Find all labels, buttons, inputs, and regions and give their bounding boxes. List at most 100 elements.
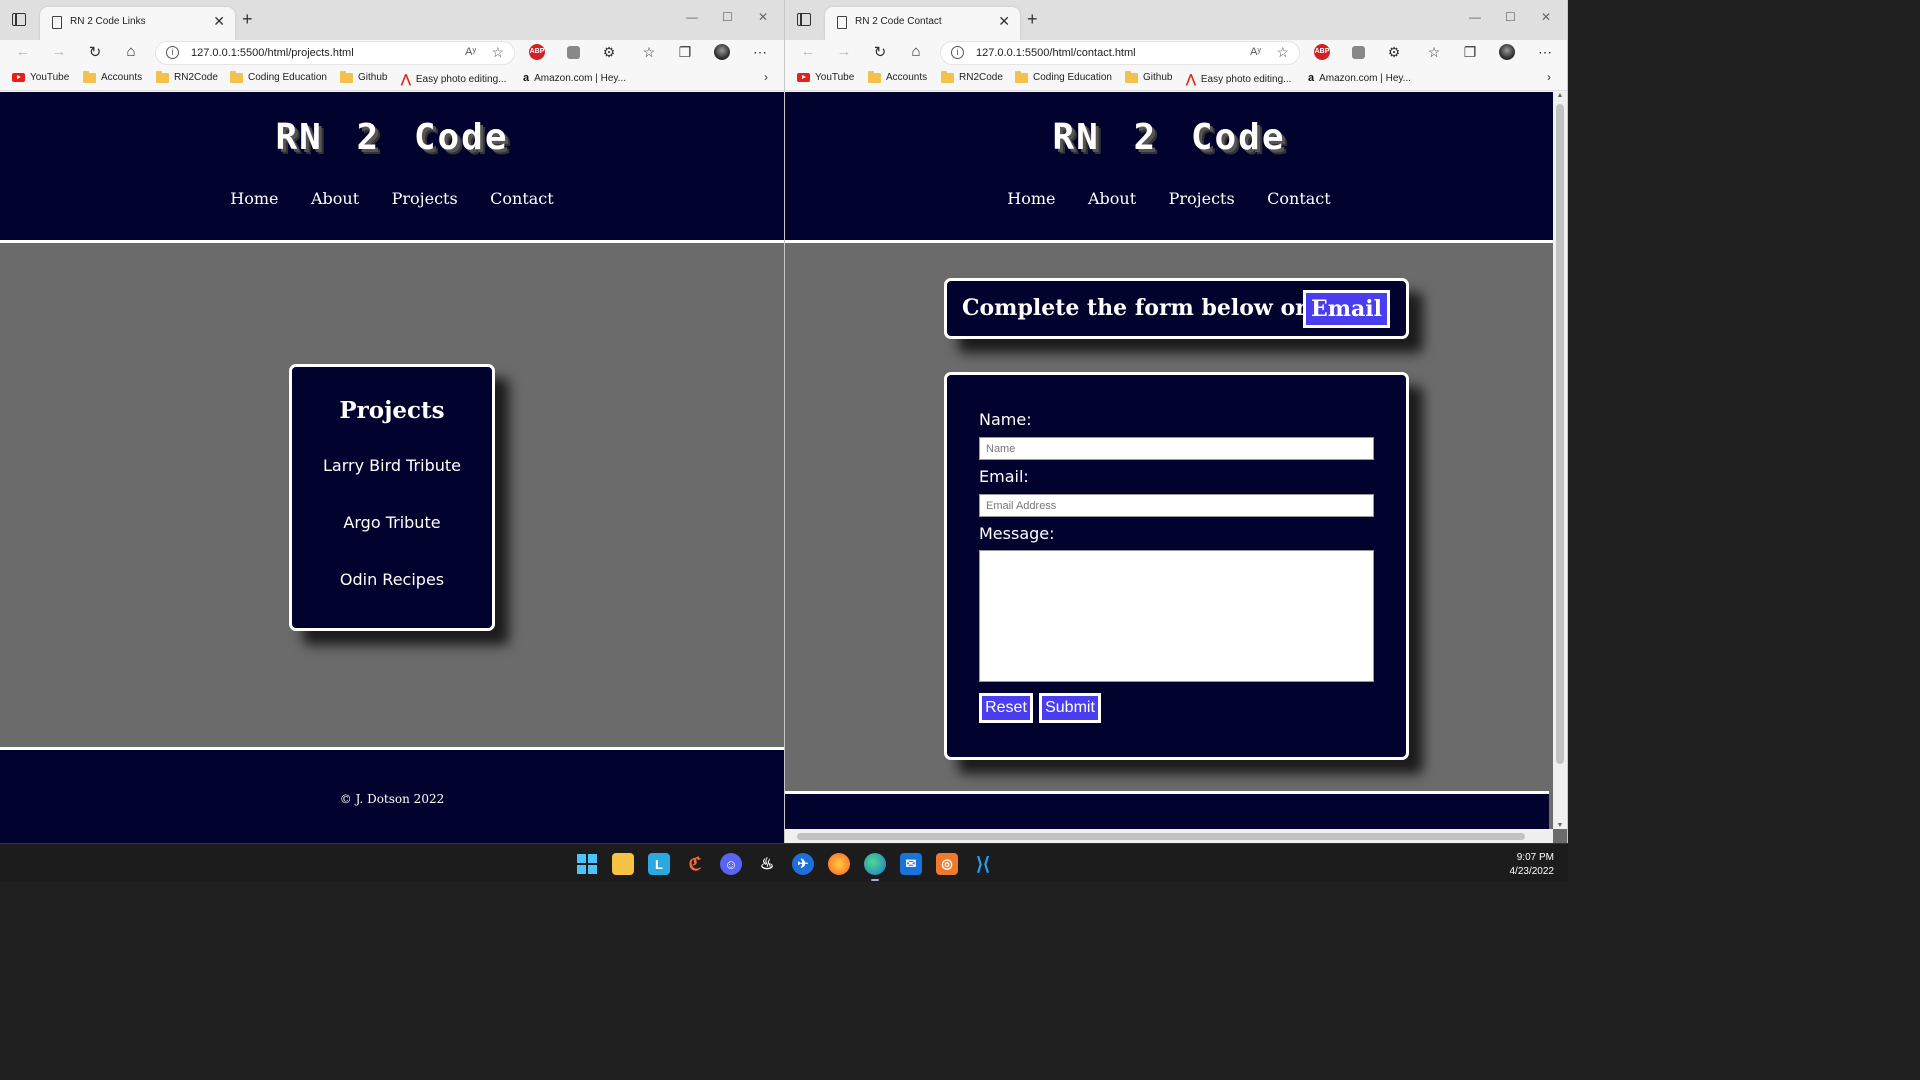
home-icon[interactable]: ⌂ [121, 43, 141, 60]
ccleaner-icon[interactable]: ℭ [684, 853, 706, 875]
forward-icon[interactable]: → [834, 43, 854, 60]
site-logo: RN 2 Code [275, 117, 509, 158]
extensions-icon[interactable]: ⚙ [1386, 44, 1402, 60]
app-icon[interactable]: ◎ [936, 853, 958, 875]
new-tab-icon[interactable]: + [242, 9, 253, 30]
nav-projects[interactable]: Projects [392, 189, 458, 208]
vscode-icon[interactable]: ⟩⟨ [972, 853, 994, 875]
info-icon[interactable]: i [166, 46, 179, 59]
system-clock[interactable]: 9:07 PM 4/23/2022 [1510, 851, 1555, 879]
extension-icon[interactable] [567, 46, 580, 59]
bookmark-photo-editing[interactable]: ⋀ Easy photo editing... [1186, 72, 1291, 86]
bookmark-rn2code[interactable]: RN2Code [156, 70, 218, 83]
close-window-icon[interactable]: ✕ [758, 10, 768, 24]
name-input[interactable]: Name [979, 437, 1374, 460]
favorites-icon[interactable]: ☆ [1426, 44, 1442, 60]
scroll-down-icon[interactable]: ▼ [1553, 822, 1567, 829]
scrollbar-thumb[interactable] [1556, 104, 1564, 764]
bookmark-github[interactable]: Github [1125, 70, 1172, 83]
file-explorer-icon[interactable] [612, 853, 634, 875]
nav-contact[interactable]: Contact [1267, 189, 1331, 208]
steam-icon[interactable]: ♨ [756, 853, 778, 875]
tab-actions-icon[interactable] [797, 13, 811, 26]
discord-icon[interactable]: ☺ [720, 853, 742, 875]
app-l-icon[interactable]: L [648, 853, 670, 875]
app-icon[interactable]: ✈ [792, 853, 814, 875]
collections-icon[interactable]: ❐ [1462, 44, 1478, 60]
firefox-icon[interactable] [828, 853, 850, 875]
browser-tab[interactable]: RN 2 Code Links ✕ [40, 7, 235, 40]
nav-home[interactable]: Home [1007, 189, 1055, 208]
chevron-right-icon[interactable]: › [764, 70, 768, 84]
more-icon[interactable]: ⋯ [1537, 44, 1553, 60]
nav-home[interactable]: Home [230, 189, 278, 208]
email-input[interactable]: Email Address [979, 494, 1374, 517]
extension-icon[interactable] [1352, 46, 1365, 59]
new-tab-icon[interactable]: + [1027, 9, 1038, 30]
bookmark-coding-education[interactable]: Coding Education [1015, 70, 1112, 83]
nav-about[interactable]: About [1088, 189, 1136, 208]
scroll-up-icon[interactable]: ▲ [1553, 92, 1567, 99]
scrollbar-thumb[interactable] [797, 833, 1525, 840]
bookmark-accounts[interactable]: Accounts [83, 70, 142, 83]
page-viewport: RN 2 Code Home About Projects Contact Pr… [0, 92, 784, 843]
collections-icon[interactable]: ❐ [677, 44, 693, 60]
info-icon[interactable]: i [951, 46, 964, 59]
forward-icon[interactable]: → [49, 43, 69, 60]
profile-avatar[interactable] [714, 44, 730, 60]
chevron-right-icon[interactable]: › [1547, 70, 1551, 84]
vertical-scrollbar[interactable]: ▲ ▼ [1553, 92, 1567, 829]
read-aloud-icon[interactable]: Aʸ [1250, 46, 1261, 58]
bookmark-photo-editing[interactable]: ⋀ Easy photo editing... [401, 72, 506, 86]
project-link-argo[interactable]: Argo Tribute [292, 513, 492, 532]
bookmark-rn2code[interactable]: RN2Code [941, 70, 1003, 83]
adblock-icon[interactable]: ABP [529, 44, 545, 60]
add-favorite-icon[interactable]: ☆ [1276, 44, 1289, 61]
horizontal-scrollbar[interactable] [785, 829, 1553, 843]
nav-contact[interactable]: Contact [490, 189, 554, 208]
minimize-icon[interactable]: — [1469, 10, 1481, 24]
message-textarea[interactable] [979, 550, 1374, 682]
refresh-icon[interactable]: ↻ [870, 43, 890, 61]
project-link-larry-bird[interactable]: Larry Bird Tribute [292, 456, 492, 475]
close-window-icon[interactable]: ✕ [1541, 10, 1551, 24]
bookmark-amazon[interactable]: a Amazon.com | Hey... [1308, 72, 1411, 84]
maximize-icon[interactable]: ☐ [1505, 10, 1516, 24]
extensions-icon[interactable]: ⚙ [601, 44, 617, 60]
nav-projects[interactable]: Projects [1169, 189, 1235, 208]
browser-tab[interactable]: RN 2 Code Contact ✕ [825, 7, 1020, 40]
mail-icon[interactable]: ✉ [900, 853, 922, 875]
start-icon[interactable] [576, 853, 598, 875]
url-field[interactable]: i 127.0.0.1:5500/html/projects.html Aʸ ☆ [155, 41, 515, 65]
read-aloud-icon[interactable]: Aʸ [465, 46, 476, 58]
refresh-icon[interactable]: ↻ [85, 43, 105, 61]
favorites-icon[interactable]: ☆ [641, 44, 657, 60]
maximize-icon[interactable]: ☐ [722, 10, 733, 24]
bookmark-github[interactable]: Github [340, 70, 387, 83]
edge-icon[interactable] [864, 853, 886, 875]
bookmark-youtube[interactable]: YouTube [12, 72, 69, 83]
bookmark-accounts[interactable]: Accounts [868, 70, 927, 83]
address-bar-row: ← → ↻ ⌂ i 127.0.0.1:5500/html/contact.ht… [785, 40, 1567, 66]
more-icon[interactable]: ⋯ [752, 44, 768, 60]
close-tab-icon[interactable]: ✕ [213, 13, 225, 30]
bookmark-amazon[interactable]: a Amazon.com | Hey... [523, 72, 626, 84]
bookmark-youtube[interactable]: YouTube [797, 72, 854, 83]
close-tab-icon[interactable]: ✕ [998, 13, 1010, 30]
tab-actions-icon[interactable] [12, 13, 26, 26]
submit-button[interactable]: Submit [1039, 693, 1101, 723]
reset-button[interactable]: Reset [979, 693, 1033, 723]
nav-about[interactable]: About [311, 189, 359, 208]
minimize-icon[interactable]: — [686, 10, 698, 24]
email-link-button[interactable]: Email [1302, 290, 1390, 328]
add-favorite-icon[interactable]: ☆ [491, 44, 504, 61]
adblock-icon[interactable]: ABP [1314, 44, 1330, 60]
back-icon[interactable]: ← [13, 43, 33, 60]
profile-avatar[interactable] [1499, 44, 1515, 60]
bookmark-coding-education[interactable]: Coding Education [230, 70, 327, 83]
project-link-odin[interactable]: Odin Recipes [292, 570, 492, 589]
taskbar: L ℭ ☺ ♨ ✈ ✉ ◎ ⟩⟨ 9:07 PM 4/23/2022 [0, 843, 1568, 882]
home-icon[interactable]: ⌂ [906, 43, 926, 60]
back-icon[interactable]: ← [798, 43, 818, 60]
url-field[interactable]: i 127.0.0.1:5500/html/contact.html Aʸ ☆ [940, 41, 1300, 65]
